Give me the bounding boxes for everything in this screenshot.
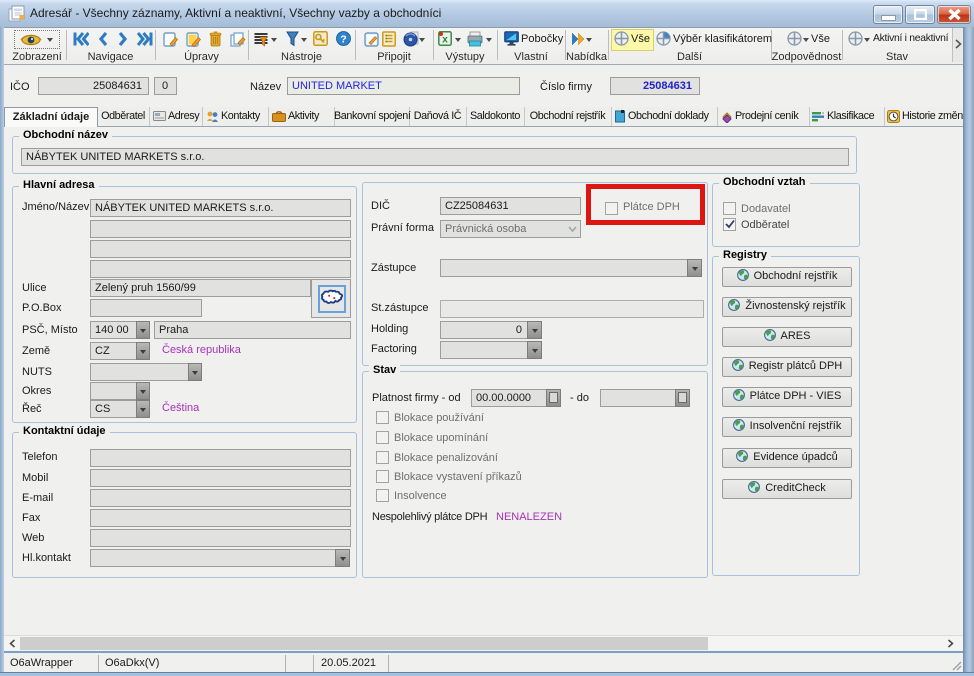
svg-text:?: ? — [340, 33, 346, 45]
svg-text:x: x — [442, 35, 448, 46]
